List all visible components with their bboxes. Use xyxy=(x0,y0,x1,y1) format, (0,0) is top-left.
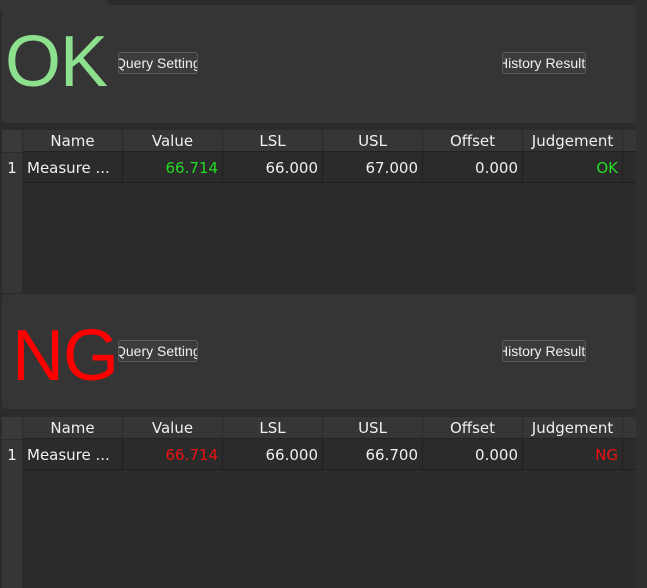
measurement-table: Name Value LSL USL Offset Judgement 1 Me… xyxy=(2,130,636,293)
table-header: Name Value LSL USL Offset Judgement xyxy=(2,417,636,439)
query-setting-button[interactable]: Query Setting xyxy=(118,340,198,362)
history-result-button[interactable]: History Result xyxy=(502,340,586,362)
row-header-strip xyxy=(2,470,23,588)
column-header-filler xyxy=(623,130,635,152)
row-index[interactable]: 1 xyxy=(2,440,23,470)
row-index[interactable]: 1 xyxy=(2,153,23,183)
cell-usl[interactable]: 67.000 xyxy=(323,153,423,183)
cell-name[interactable]: Measure ... xyxy=(23,440,123,470)
right-edge-strip xyxy=(636,0,647,588)
table-row[interactable]: 1 Measure ... 66.714 66.000 66.700 0.000… xyxy=(2,440,636,470)
result-display-box: NG Query Setting History Result xyxy=(2,294,636,409)
column-header-judgement[interactable]: Judgement xyxy=(523,417,623,439)
cell-judgement[interactable]: OK xyxy=(523,153,623,183)
query-setting-button[interactable]: Query Setting xyxy=(118,52,198,74)
column-header-lsl[interactable]: LSL xyxy=(223,130,323,152)
cell-lsl[interactable]: 66.000 xyxy=(223,153,323,183)
column-header-offset[interactable]: Offset xyxy=(423,417,523,439)
cell-value[interactable]: 66.714 xyxy=(123,153,223,183)
ok-panel: OK Query Setting History Result Name Val… xyxy=(0,0,647,293)
result-tab xyxy=(0,0,110,10)
result-text: NG xyxy=(12,316,119,396)
cell-offset[interactable]: 0.000 xyxy=(423,440,523,470)
column-header-judgement[interactable]: Judgement xyxy=(523,130,623,152)
column-header-lsl[interactable]: LSL xyxy=(223,417,323,439)
row-header-strip xyxy=(2,183,23,293)
result-display-box: OK Query Setting History Result xyxy=(0,0,636,123)
cell-name[interactable]: Measure ... xyxy=(23,153,123,183)
table-corner-button[interactable] xyxy=(2,417,23,439)
table-header: Name Value LSL USL Offset Judgement xyxy=(2,130,636,152)
column-header-name[interactable]: Name xyxy=(23,130,123,152)
column-header-value[interactable]: Value xyxy=(123,417,223,439)
result-text: OK xyxy=(5,22,108,102)
cell-value[interactable]: 66.714 xyxy=(123,440,223,470)
table-corner-button[interactable] xyxy=(2,130,23,152)
column-header-offset[interactable]: Offset xyxy=(423,130,523,152)
column-header-value[interactable]: Value xyxy=(123,130,223,152)
cell-usl[interactable]: 66.700 xyxy=(323,440,423,470)
table-row[interactable]: 1 Measure ... 66.714 66.000 67.000 0.000… xyxy=(2,153,636,183)
column-header-usl[interactable]: USL xyxy=(323,130,423,152)
cell-lsl[interactable]: 66.000 xyxy=(223,440,323,470)
cell-offset[interactable]: 0.000 xyxy=(423,153,523,183)
measurement-table: Name Value LSL USL Offset Judgement 1 Me… xyxy=(2,417,636,588)
column-header-filler xyxy=(623,417,635,439)
column-header-name[interactable]: Name xyxy=(23,417,123,439)
column-header-usl[interactable]: USL xyxy=(323,417,423,439)
history-result-button[interactable]: History Result xyxy=(502,52,586,74)
cell-judgement[interactable]: NG xyxy=(523,440,623,470)
ng-panel: NG Query Setting History Result Name Val… xyxy=(0,293,647,588)
